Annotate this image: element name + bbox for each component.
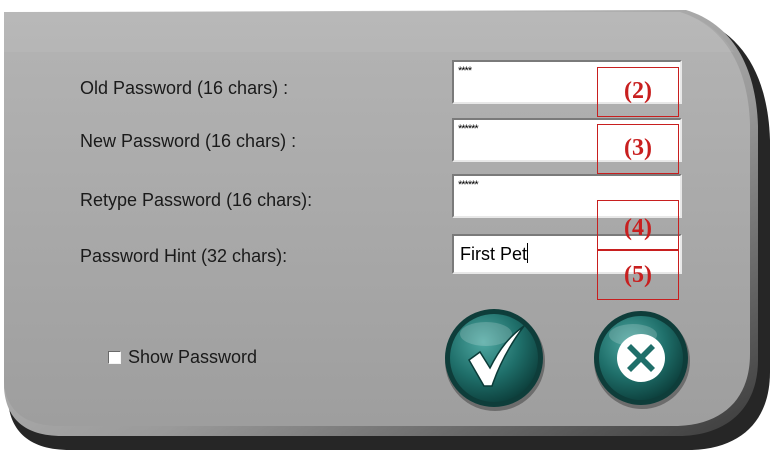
retype-password-value: ****** — [458, 179, 479, 191]
checkbox-box[interactable] — [108, 351, 121, 364]
show-password-checkbox[interactable]: Show Password — [108, 347, 257, 368]
callout-5-label: (5) — [624, 262, 652, 288]
retype-password-label: Retype Password (16 chars): — [80, 190, 313, 210]
callout-4-label: (4) — [624, 215, 652, 241]
old-password-label: Old Password (16 chars) : — [80, 78, 289, 98]
new-password-label: New Password (16 chars) : — [80, 131, 297, 151]
show-password-label: Show Password — [128, 347, 258, 367]
callout-2: (2) — [597, 67, 679, 117]
close-x-icon — [617, 334, 665, 382]
password-hint-label: Password Hint (32 chars): — [80, 246, 288, 266]
password-dialog: Old Password (16 chars) : New Password (… — [0, 0, 774, 459]
ok-button[interactable] — [442, 306, 548, 412]
callout-3: (3) — [597, 124, 679, 174]
callout-5: (5) — [597, 250, 679, 300]
callout-4: (4) — [597, 200, 679, 250]
callout-2-label: (2) — [624, 78, 652, 104]
text-caret — [527, 243, 529, 263]
callout-3-label: (3) — [624, 135, 652, 161]
cancel-button[interactable] — [591, 308, 693, 410]
password-hint-value: First Pet — [460, 244, 528, 264]
